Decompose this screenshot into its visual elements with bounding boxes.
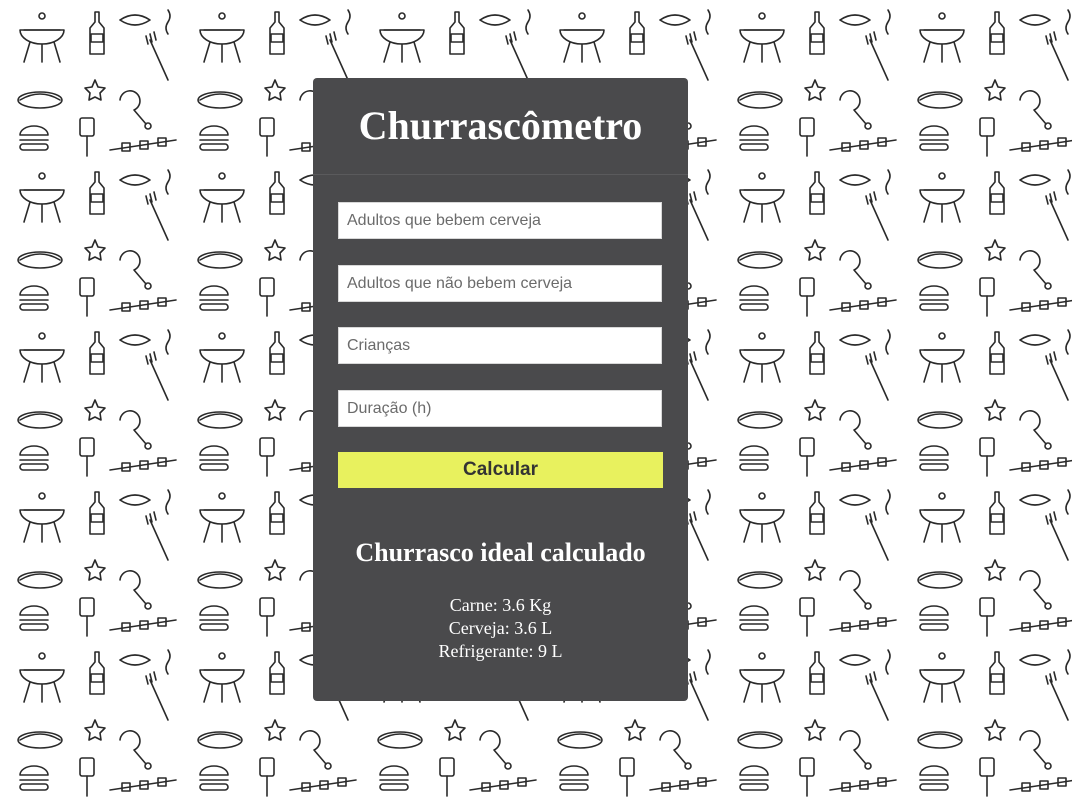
calculate-button[interactable]: Calcular [338, 452, 663, 488]
adults-no-beer-input[interactable] [338, 265, 662, 302]
result-title: Churrasco ideal calculado [355, 538, 646, 567]
adults-beer-input[interactable] [338, 202, 662, 239]
result-soda: Refrigerante: 9 L [438, 641, 563, 661]
result-meat: Carne: 3.6 Kg [449, 595, 552, 615]
children-input[interactable] [338, 327, 662, 364]
duration-input[interactable] [338, 390, 662, 427]
result-list: Carne: 3.6 Kg Cerveja: 3.6 L Refrigerant… [313, 594, 688, 663]
result-beer: Cerveja: 3.6 L [448, 618, 553, 638]
page-title: Churrascômetro [313, 78, 688, 175]
churrascometro-panel: Churrascômetro Calcular Churrasco ideal … [313, 78, 688, 701]
